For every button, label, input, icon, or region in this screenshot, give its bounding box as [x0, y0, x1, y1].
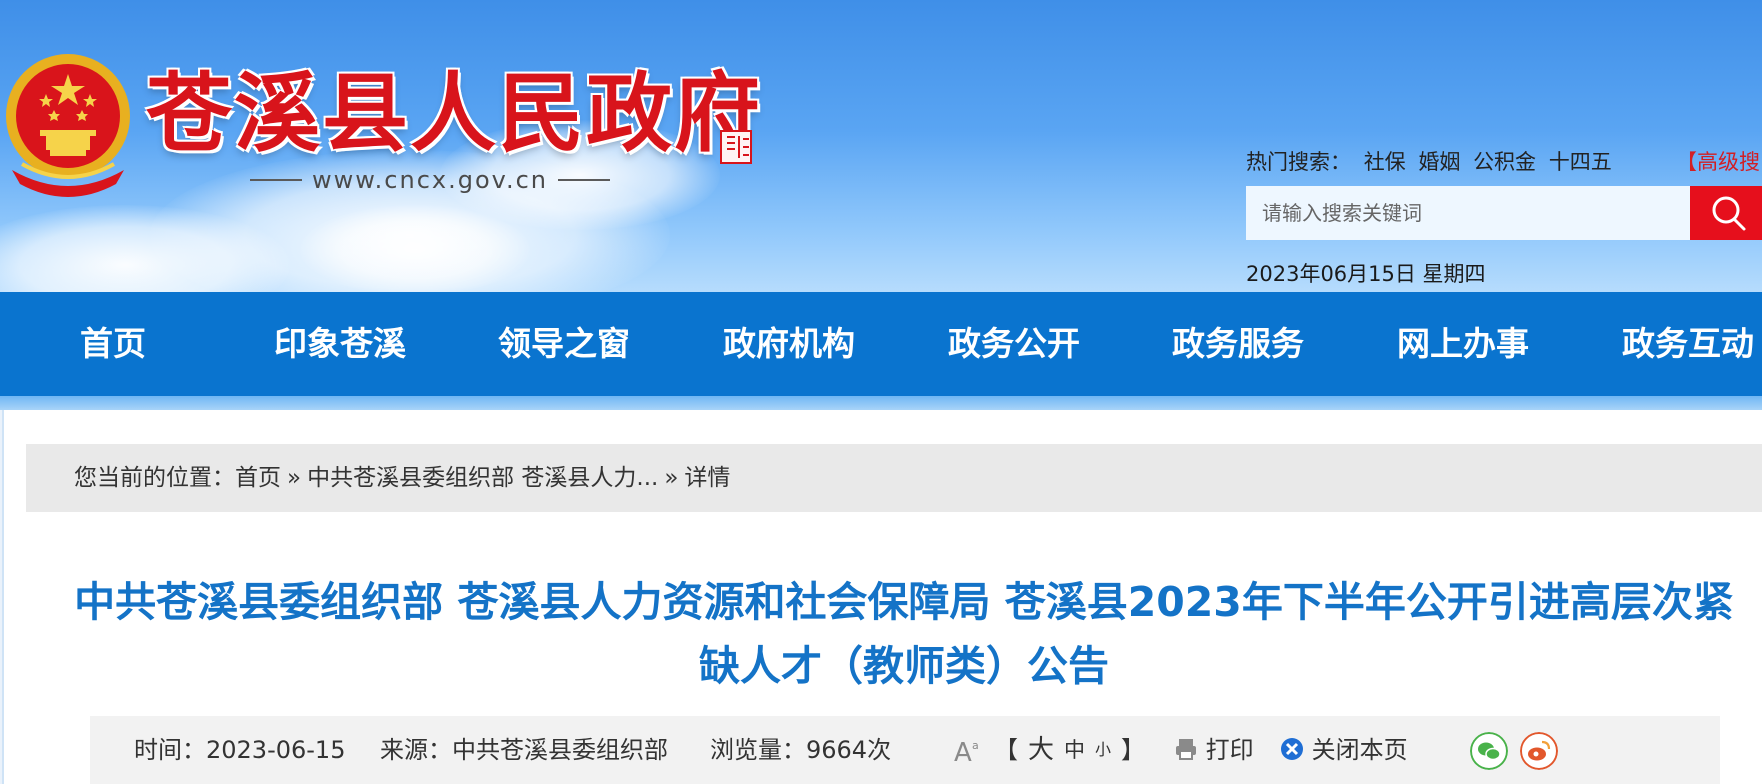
- article-title: 中共苍溪县委组织部 苍溪县人力资源和社会保障局 苍溪县2023年下半年公开引进高…: [74, 578, 1734, 690]
- article-source: 来源：中共苍溪县委组织部: [380, 736, 668, 764]
- hot-search-link[interactable]: 公积金: [1473, 150, 1536, 174]
- breadcrumb-separator: »: [287, 465, 302, 491]
- close-icon: [1281, 738, 1303, 760]
- font-medium-button[interactable]: 中: [1064, 716, 1085, 784]
- article-meta-bar: 时间：2023-06-15 来源：中共苍溪县委组织部 浏览量：9664次 A a…: [90, 716, 1720, 784]
- close-page-button[interactable]: 关闭本页: [1280, 716, 1408, 784]
- wechat-icon[interactable]: [1470, 732, 1508, 770]
- view-count: 浏览量：9664次: [710, 736, 892, 764]
- font-size-control: A a 【 大 中 小 】: [954, 716, 1145, 784]
- svg-text:a: a: [972, 739, 979, 752]
- seal-logo: [720, 130, 752, 164]
- national-emblem-icon[interactable]: [2, 52, 134, 200]
- hot-search-link[interactable]: 十四五: [1549, 150, 1612, 174]
- close-page-label: 关闭本页: [1311, 736, 1408, 764]
- main-content: 您当前的位置：首页» 中共苍溪县委组织部 苍溪县人力...» 详情 中共苍溪县委组织…: [2, 410, 1762, 784]
- hot-search-label: 热门搜索：: [1246, 150, 1351, 174]
- main-nav: 首页 印象苍溪 领导之窗 政府机构 政务公开 政务服务 网上办事 政务互动: [0, 292, 1762, 396]
- breadcrumb-current: 详情: [684, 465, 731, 491]
- divider: [249, 179, 302, 181]
- nav-item-gov-affairs[interactable]: 政务公开: [948, 292, 1080, 396]
- nav-item-home[interactable]: 首页: [80, 292, 146, 396]
- nav-item-impression[interactable]: 印象苍溪: [274, 292, 406, 396]
- print-label: 打印: [1205, 736, 1254, 764]
- site-header: 苍溪县人民政府 www.cncx.gov.cn 热门搜索： 社保 婚姻 公积金 …: [0, 0, 1762, 292]
- publish-time: 时间：2023-06-15: [134, 736, 346, 764]
- font-bracket-close: 】: [1121, 736, 1146, 764]
- nav-divider: [0, 396, 1762, 410]
- search-input[interactable]: [1246, 186, 1690, 240]
- breadcrumb-label: 您当前的位置：: [74, 465, 235, 491]
- font-large-button[interactable]: 大: [1028, 716, 1054, 784]
- advanced-search-link[interactable]: 【高级搜: [1676, 146, 1760, 176]
- breadcrumb: 您当前的位置：首页» 中共苍溪县委组织部 苍溪县人力...» 详情: [26, 444, 1762, 512]
- site-url: www.cncx.gov.cn: [311, 166, 549, 194]
- breadcrumb-link-home[interactable]: 首页: [235, 465, 281, 491]
- search-icon: [1712, 196, 1746, 231]
- font-small-button[interactable]: 小: [1095, 716, 1111, 784]
- nav-item-services[interactable]: 政务服务: [1172, 292, 1304, 396]
- breadcrumb-link-section[interactable]: 中共苍溪县委组织部 苍溪县人力...: [307, 465, 658, 491]
- nav-item-leaders[interactable]: 领导之窗: [498, 292, 630, 396]
- font-size-icon: A a: [954, 738, 979, 765]
- nav-item-online[interactable]: 网上办事: [1397, 292, 1529, 396]
- nav-item-agencies[interactable]: 政府机构: [723, 292, 855, 396]
- breadcrumb-separator: »: [664, 465, 679, 491]
- print-button[interactable]: 打印: [1174, 716, 1254, 784]
- svg-text:A: A: [954, 738, 972, 765]
- current-date: 2023年06月15日 星期四: [1246, 262, 1486, 286]
- weibo-icon[interactable]: [1520, 732, 1558, 770]
- site-title[interactable]: 苍溪县人民政府: [146, 66, 762, 162]
- font-bracket-open: 【: [994, 736, 1018, 764]
- print-icon: [1176, 739, 1196, 760]
- divider: [558, 179, 611, 181]
- hot-search: 热门搜索： 社保 婚姻 公积金 十四五: [1246, 146, 1618, 176]
- hot-search-link[interactable]: 社保: [1364, 150, 1406, 174]
- site-url-line: www.cncx.gov.cn: [246, 162, 614, 198]
- nav-item-interaction[interactable]: 政务互动: [1622, 292, 1754, 396]
- search-button[interactable]: [1690, 186, 1762, 240]
- hot-search-link[interactable]: 婚姻: [1418, 150, 1460, 174]
